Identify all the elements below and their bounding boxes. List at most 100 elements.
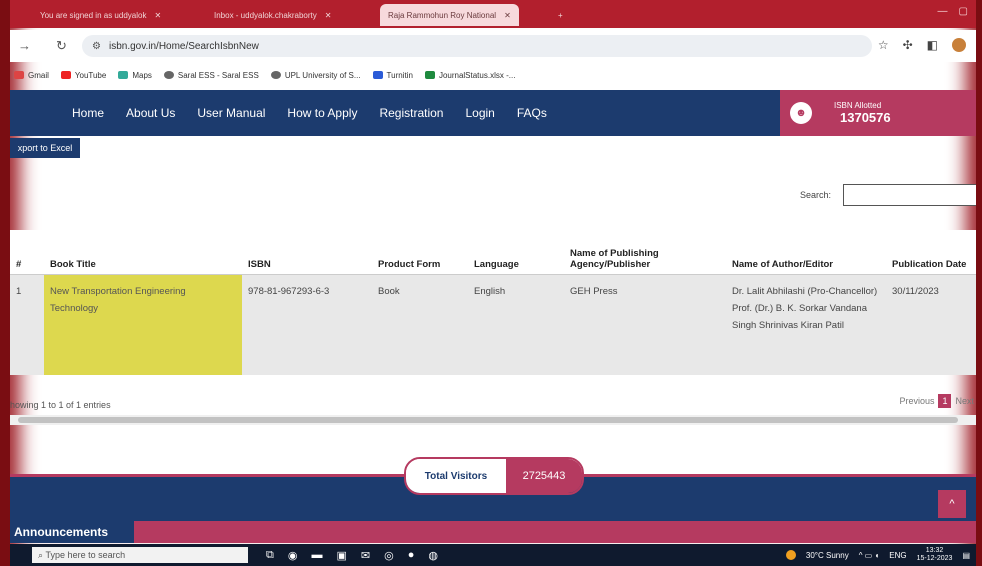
- search-input[interactable]: [843, 184, 976, 206]
- close-icon[interactable]: ✕: [504, 11, 511, 20]
- cell-language: English: [468, 274, 564, 375]
- edge-icon[interactable]: ◉: [288, 549, 298, 562]
- reload-icon[interactable]: ↻: [56, 38, 67, 54]
- sheets-icon: [424, 71, 435, 79]
- results-table: # Book Title ISBN Product Form Language …: [10, 230, 976, 375]
- col-header-language[interactable]: Language: [468, 230, 564, 275]
- cell-product-form: Book: [372, 274, 468, 375]
- bookmark-journalstatus[interactable]: JournalStatus.xlsx -...: [424, 71, 515, 80]
- youtube-icon: [60, 71, 71, 79]
- announcements-heading: Announcements: [10, 521, 134, 543]
- cell-number: 1: [10, 274, 44, 375]
- notifications-icon[interactable]: ▤: [962, 551, 970, 560]
- cell-publication-date: 30/11/2023: [886, 274, 976, 375]
- nav-faqs[interactable]: FAQs: [517, 106, 547, 120]
- bookmark-maps[interactable]: Maps: [118, 71, 152, 80]
- search-label: Search:: [800, 190, 832, 200]
- tab-rrrnla[interactable]: Raja Rammohun Roy National ✕: [380, 4, 519, 26]
- table-info: howing 1 to 1 of 1 entries: [10, 400, 111, 410]
- store-icon[interactable]: ▣: [336, 549, 346, 562]
- col-header-number[interactable]: #: [10, 230, 44, 275]
- col-header-author[interactable]: Name of Author/Editor: [726, 230, 886, 275]
- col-header-isbn[interactable]: ISBN: [242, 230, 372, 275]
- globe-icon: [163, 71, 174, 79]
- total-visitors-value: 2725443: [506, 459, 582, 493]
- pager-page-1[interactable]: 1: [938, 394, 952, 408]
- site-info-icon[interactable]: ⚙: [92, 41, 101, 52]
- pager-next[interactable]: Next: [955, 396, 974, 406]
- pager-previous[interactable]: Previous: [899, 396, 934, 406]
- tab-bar: You are signed in as uddyalok ✕ Inbox - u…: [10, 0, 976, 28]
- app-icon[interactable]: ●: [408, 549, 415, 562]
- new-tab-icon[interactable]: +: [550, 4, 571, 26]
- clock[interactable]: 13:32 15-12-2023: [917, 547, 953, 563]
- clock-date: 15-12-2023: [916, 555, 953, 562]
- turnitin-icon: [372, 71, 383, 79]
- tab-signed-in[interactable]: You are signed in as uddyalok ✕: [32, 4, 169, 26]
- scrollbar-thumb[interactable]: [18, 417, 958, 423]
- export-to-excel-button[interactable]: xport to Excel: [10, 138, 80, 158]
- language-indicator[interactable]: ENG: [889, 551, 906, 560]
- scroll-to-top-button[interactable]: ^: [938, 490, 966, 518]
- bookmark-upl[interactable]: UPL University of S...: [270, 71, 361, 80]
- isbn-allotted-value: 1370576: [840, 110, 891, 125]
- task-view-icon[interactable]: ⧉: [266, 549, 274, 562]
- nav-registration[interactable]: Registration: [379, 106, 443, 120]
- bookmark-gmail[interactable]: Gmail: [14, 71, 49, 80]
- mail-icon[interactable]: ✉: [361, 549, 370, 562]
- forward-icon[interactable]: →: [18, 38, 31, 53]
- col-header-book-title[interactable]: Book Title: [44, 230, 242, 275]
- announcements-bar: [134, 521, 976, 543]
- total-visitors-badge: Total Visitors 2725443: [404, 457, 584, 495]
- clock-time: 13:32: [925, 547, 944, 554]
- bookmark-youtube[interactable]: YouTube: [60, 71, 106, 80]
- gmail-icon: [14, 71, 24, 79]
- taskbar-search[interactable]: ⌕ Type here to search: [32, 547, 248, 563]
- browser-actions: ☆ ✣ ◧: [878, 38, 966, 52]
- globe-icon: [270, 71, 281, 79]
- cell-author: Dr. Lalit Abhilashi (Pro-Chancellor) Pro…: [726, 274, 886, 375]
- nav-login[interactable]: Login: [465, 106, 494, 120]
- nav-about-us[interactable]: About Us: [126, 106, 175, 120]
- user-icon: ☻: [790, 102, 812, 124]
- chrome-icon[interactable]: ◎: [384, 549, 394, 562]
- col-header-publication-date[interactable]: Publication Date: [886, 230, 976, 275]
- nav-home[interactable]: Home: [72, 106, 104, 120]
- nav-user-manual[interactable]: User Manual: [197, 106, 265, 120]
- taskbar-apps: ⧉ ◉ ▬ ▣ ✉ ◎ ● ◍: [266, 549, 438, 562]
- isbn-allotted-box: ☻ ISBN Allotted 1370576: [780, 90, 976, 136]
- cell-book-title: New Transportation Engineering Technolog…: [44, 274, 242, 375]
- pagination: Previous 1 Next: [899, 394, 974, 408]
- bookmark-turnitin[interactable]: Turnitin: [372, 71, 413, 80]
- bookmark-star-icon[interactable]: ☆: [878, 38, 889, 52]
- tray-icons[interactable]: ^ ▭ ◖: [859, 551, 880, 560]
- nav-how-to-apply[interactable]: How to Apply: [287, 106, 357, 120]
- site-navbar: Home About Us User Manual How to Apply R…: [10, 90, 976, 136]
- windows-taskbar: ⌕ Type here to search ⧉ ◉ ▬ ▣ ✉ ◎ ● ◍ 30…: [10, 544, 976, 566]
- table-row: 1 New Transportation Engineering Technol…: [10, 274, 976, 375]
- profile-avatar[interactable]: [952, 38, 966, 52]
- weather-sun-icon: [785, 550, 796, 560]
- horizontal-scrollbar[interactable]: [10, 415, 976, 425]
- cell-isbn: 978-81-967293-6-3: [242, 274, 372, 375]
- weather-text[interactable]: 30°C Sunny: [806, 551, 849, 560]
- tab-inbox[interactable]: Inbox - uddyalok.chakraborty ✕: [206, 4, 339, 26]
- total-visitors-label: Total Visitors: [406, 459, 506, 493]
- col-header-publisher[interactable]: Name of Publishing Agency/Publisher: [564, 230, 726, 275]
- isbn-allotted-label: ISBN Allotted: [834, 101, 882, 110]
- cell-publisher: GEH Press: [564, 274, 726, 375]
- window-controls[interactable]: — ▢: [937, 6, 968, 17]
- file-explorer-icon[interactable]: ▬: [311, 549, 322, 562]
- sidebar-icon[interactable]: ◧: [927, 38, 938, 52]
- chrome-active-icon[interactable]: ◍: [428, 549, 438, 562]
- url-field[interactable]: ⚙ isbn.gov.in/Home/SearchIsbnNew: [82, 35, 872, 57]
- browser-window: You are signed in as uddyalok ✕ Inbox - u…: [10, 0, 976, 566]
- bookmark-saral[interactable]: Saral ESS - Saral ESS: [163, 71, 259, 80]
- close-icon[interactable]: ✕: [325, 11, 332, 20]
- extensions-icon[interactable]: ✣: [903, 38, 913, 52]
- col-header-product-form[interactable]: Product Form: [372, 230, 468, 275]
- address-bar: → ↻ ⚙ isbn.gov.in/Home/SearchIsbnNew ☆ ✣…: [10, 30, 976, 62]
- bookmarks-bar: Gmail YouTube Maps Saral ESS - Saral ESS…: [10, 64, 976, 86]
- search-icon: ⌕: [38, 549, 46, 560]
- close-icon[interactable]: ✕: [154, 11, 161, 20]
